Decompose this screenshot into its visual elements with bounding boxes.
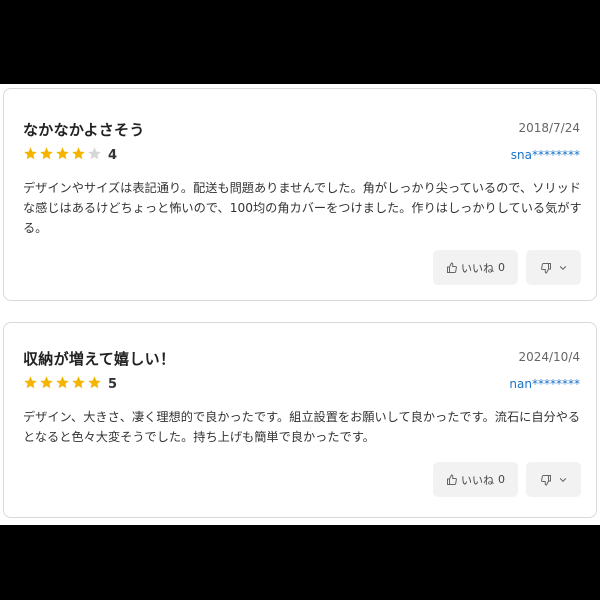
review-text: デザインやサイズは表記通り。配送も問題ありませんでした。角がしっかり尖っているの… [23,181,582,235]
like-count: 0 [498,261,505,274]
review-title: なかなかよさそう [23,121,145,139]
reviews-panel: なかなかよさそう 2018/7/24 4 sna******** デザインやサイ… [0,84,600,525]
like-label: いいね [461,261,494,275]
star-filled-icon [39,375,54,390]
like-button[interactable]: いいね 0 [433,250,518,285]
review-date: 2018/7/24 [518,121,580,135]
review-date: 2024/10/4 [518,350,580,364]
review-title: 収納が増えて嬉しい！ [23,350,176,368]
chevron-down-icon [558,258,568,277]
rating-value: 4 [108,147,118,163]
star-filled-icon [23,375,38,390]
review-text: デザイン、大きさ、凄く理想的で良かったです。組立設置をお願いして良かったです。流… [23,410,581,444]
star-filled-icon [55,375,70,390]
thumbs-up-icon [446,261,458,274]
star-empty-icon [87,146,102,161]
like-label: いいね [461,473,494,487]
chevron-down-icon [558,470,568,489]
like-button[interactable]: いいね 0 [433,462,518,497]
star-filled-icon [55,146,70,161]
stars [23,375,103,394]
stars [23,146,103,165]
star-rating: 5 [23,375,117,393]
rating-value: 5 [108,376,118,392]
review-card: 収納が増えて嬉しい！ 2024/10/4 5 nan******** デザイン、… [3,322,597,518]
thumbs-down-icon [540,474,552,486]
like-count: 0 [498,473,505,486]
dislike-button[interactable] [526,250,581,285]
star-filled-icon [71,375,86,390]
thumbs-up-icon [446,473,458,486]
review-card: なかなかよさそう 2018/7/24 4 sna******** デザインやサイ… [3,88,597,301]
star-filled-icon [23,146,38,161]
reviewer-name[interactable]: nan******** [509,377,580,391]
thumbs-down-icon [540,262,552,274]
star-filled-icon [39,146,54,161]
star-filled-icon [87,375,102,390]
dislike-button[interactable] [526,462,581,497]
star-rating: 4 [23,146,117,164]
star-filled-icon [71,146,86,161]
reviewer-name[interactable]: sna******** [511,148,580,162]
